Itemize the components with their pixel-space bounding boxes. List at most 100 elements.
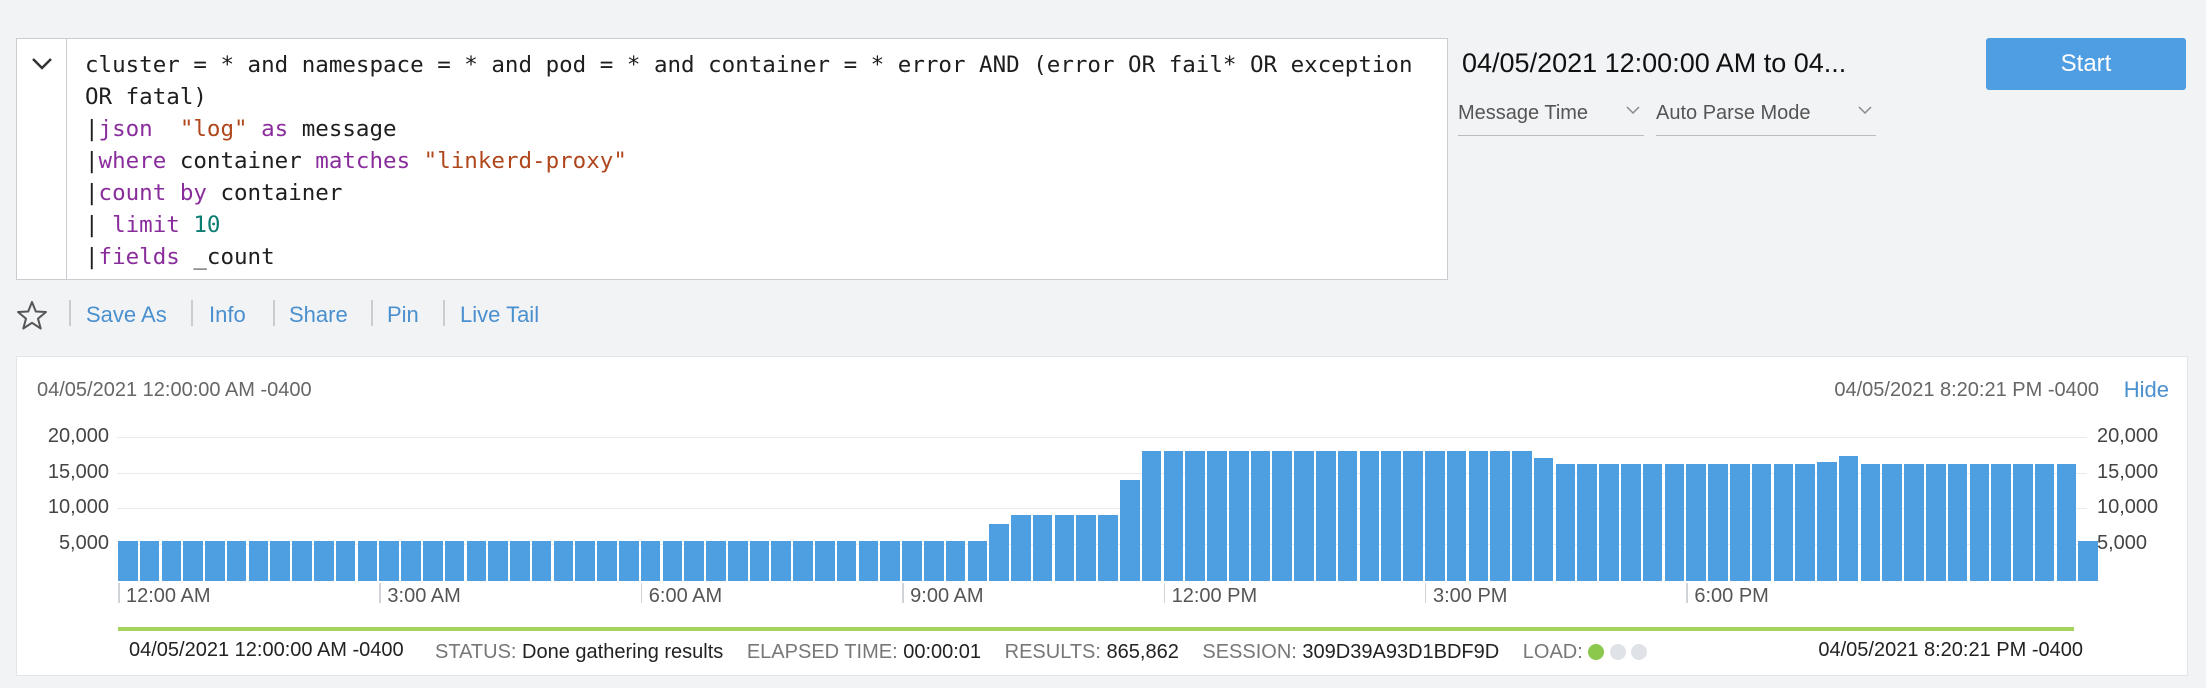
histogram-bar[interactable] — [1795, 463, 1815, 581]
histogram-bar[interactable] — [1599, 463, 1619, 581]
histogram-bar[interactable] — [1904, 463, 1924, 581]
histogram-bar[interactable] — [771, 540, 792, 581]
histogram-bar[interactable] — [815, 540, 835, 581]
histogram-bar[interactable] — [1228, 451, 1249, 581]
histogram-bar[interactable] — [1468, 451, 1489, 581]
histogram-bar[interactable] — [553, 540, 574, 581]
histogram-bar[interactable] — [619, 540, 639, 581]
histogram-bar[interactable] — [1250, 451, 1271, 581]
histogram-bar[interactable] — [2078, 540, 2099, 581]
histogram-bar[interactable] — [1207, 451, 1227, 581]
histogram-bar[interactable] — [684, 540, 704, 581]
histogram-bar[interactable] — [379, 540, 399, 581]
histogram-bar[interactable] — [226, 540, 247, 581]
histogram-bar[interactable] — [1032, 515, 1053, 581]
histogram-bar[interactable] — [139, 540, 160, 581]
histogram-bar[interactable] — [967, 540, 988, 581]
histogram-bar[interactable] — [1555, 463, 1576, 581]
histogram-bar[interactable] — [1882, 463, 1902, 581]
histogram-bar[interactable] — [749, 540, 770, 581]
histogram-bar[interactable] — [1337, 451, 1358, 581]
histogram-bar[interactable] — [1185, 451, 1205, 581]
histogram-bar[interactable] — [2034, 463, 2055, 581]
histogram-bar[interactable] — [923, 540, 944, 581]
histogram-bar[interactable] — [270, 540, 291, 581]
histogram-bar[interactable] — [1512, 451, 1532, 581]
histogram-bar[interactable] — [1686, 463, 1706, 581]
histogram-bar[interactable] — [335, 540, 356, 581]
histogram-bar[interactable] — [1424, 451, 1445, 581]
histogram-bar[interactable] — [1838, 456, 1859, 581]
histogram-bar[interactable] — [836, 540, 857, 581]
collapse-query-button[interactable] — [17, 39, 67, 279]
query-editor[interactable]: cluster = * and namespace = * and pod = … — [16, 38, 1448, 280]
histogram-bar[interactable] — [314, 540, 334, 581]
histogram-bar[interactable] — [1098, 515, 1118, 581]
share-button[interactable]: Share — [289, 302, 348, 328]
histogram-bar[interactable] — [902, 540, 922, 581]
histogram-bar[interactable] — [1773, 463, 1794, 581]
histogram-bar[interactable] — [1860, 463, 1881, 581]
save-as-button[interactable]: Save As — [86, 302, 167, 328]
histogram-bar[interactable] — [989, 523, 1009, 581]
histogram-bar[interactable] — [1621, 463, 1641, 581]
histogram-bar[interactable] — [1359, 451, 1380, 581]
histogram-bar[interactable] — [1991, 463, 2011, 581]
histogram-bar[interactable] — [444, 540, 465, 581]
histogram-bar[interactable] — [1817, 461, 1837, 581]
histogram-bar[interactable] — [1011, 515, 1031, 581]
histogram-bar[interactable] — [1642, 463, 1663, 581]
pin-button[interactable]: Pin — [387, 302, 419, 328]
histogram-bar[interactable] — [706, 540, 726, 581]
histogram-bar[interactable] — [727, 540, 748, 581]
histogram-bar[interactable] — [2013, 463, 2033, 581]
info-button[interactable]: Info — [209, 302, 246, 328]
histogram-bar[interactable] — [1316, 451, 1336, 581]
histogram-bar[interactable] — [183, 540, 203, 581]
histogram-bar[interactable] — [1664, 463, 1685, 581]
histogram-bar[interactable] — [1925, 463, 1946, 581]
histogram-bar[interactable] — [858, 540, 879, 581]
histogram-bar[interactable] — [1403, 451, 1423, 581]
histogram-bar[interactable] — [1120, 479, 1140, 581]
histogram-bar[interactable] — [575, 540, 596, 581]
histogram-bar[interactable] — [1729, 463, 1750, 581]
histogram-bar[interactable] — [1751, 463, 1772, 581]
histogram-bar[interactable] — [118, 540, 138, 581]
histogram-bar[interactable] — [1076, 515, 1097, 581]
histogram-bar[interactable] — [2056, 463, 2077, 581]
histogram-bar[interactable] — [1294, 451, 1314, 581]
histogram-bar[interactable] — [401, 540, 421, 581]
time-range-input[interactable]: 04/05/2021 12:00:00 AM to 04... — [1462, 48, 1872, 79]
live-tail-button[interactable]: Live Tail — [460, 302, 539, 328]
histogram-bar[interactable] — [1163, 451, 1184, 581]
histogram-bar[interactable] — [945, 540, 966, 581]
histogram-bar[interactable] — [531, 540, 552, 581]
histogram-bar[interactable] — [161, 540, 182, 581]
histogram-bar[interactable] — [1533, 458, 1554, 581]
histogram-bar[interactable] — [1708, 463, 1728, 581]
histogram-bar[interactable] — [1054, 515, 1075, 581]
histogram-bar[interactable] — [662, 540, 683, 581]
time-field-select[interactable]: Message Time — [1458, 96, 1644, 136]
histogram-bar[interactable] — [1446, 451, 1467, 581]
parse-mode-select[interactable]: Auto Parse Mode — [1656, 96, 1876, 136]
histogram-bar[interactable] — [1969, 463, 1990, 581]
histogram-bar[interactable] — [640, 540, 661, 581]
histogram-bar[interactable] — [488, 540, 508, 581]
histogram-bar[interactable] — [597, 540, 617, 581]
histogram-bar[interactable] — [793, 540, 813, 581]
histogram-bar[interactable] — [1490, 451, 1510, 581]
histogram-bar[interactable] — [357, 540, 378, 581]
histogram-bar[interactable] — [1272, 451, 1293, 581]
histogram-bar[interactable] — [1577, 463, 1598, 581]
histogram-bar[interactable] — [1141, 451, 1162, 581]
histogram-bar[interactable] — [466, 540, 487, 581]
histogram-bar[interactable] — [1947, 463, 1968, 581]
histogram-bar[interactable] — [1381, 451, 1401, 581]
histogram-bar[interactable] — [510, 540, 530, 581]
histogram-bar[interactable] — [205, 540, 225, 581]
hide-histogram-button[interactable]: Hide — [2124, 377, 2169, 403]
histogram-bar[interactable] — [880, 540, 900, 581]
histogram-bar[interactable] — [292, 540, 312, 581]
